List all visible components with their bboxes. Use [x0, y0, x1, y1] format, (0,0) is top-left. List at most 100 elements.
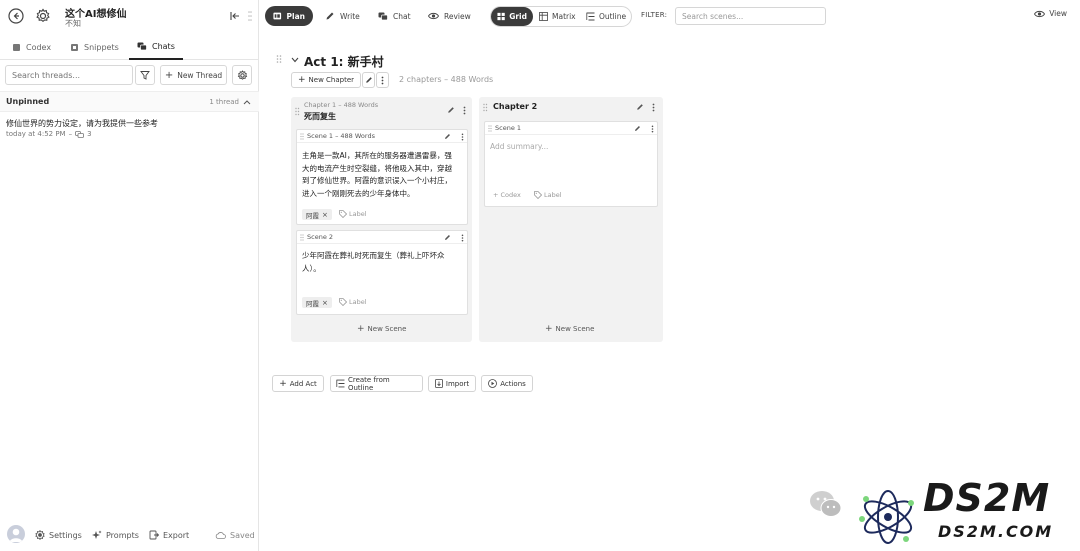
eye-icon — [428, 12, 439, 20]
scene-summary[interactable]: 少年阿霞在葬礼时死而复生（葬礼上吓坏众人）。 — [302, 250, 459, 275]
chapter-number: Chapter 1 – 488 Words — [304, 101, 379, 109]
gear-icon — [36, 8, 50, 23]
plus-icon: + — [493, 191, 499, 199]
import-icon — [434, 379, 443, 388]
add-act-button[interactable]: + Add Act — [272, 375, 324, 392]
filter-threads-button[interactable] — [135, 65, 155, 85]
chapter-title[interactable]: Chapter 2 — [493, 102, 537, 111]
view-outline-label: Outline — [599, 12, 627, 21]
tab-chats-label: Chats — [152, 41, 175, 51]
pencil-icon[interactable] — [444, 234, 451, 241]
new-thread-button[interactable]: + New Thread — [160, 65, 227, 85]
label-text: Label — [349, 210, 367, 218]
pencil-icon[interactable] — [634, 125, 641, 132]
mode-write-button[interactable]: Write — [317, 6, 368, 26]
pencil-icon[interactable] — [636, 103, 644, 111]
messages-icon — [75, 130, 84, 138]
new-scene-button[interactable]: + New Scene — [545, 324, 594, 334]
drag-handle-icon[interactable] — [488, 125, 492, 132]
new-chapter-label: New Chapter — [308, 76, 355, 84]
view-grid-label: Grid — [509, 12, 527, 21]
sidebar-footer: Settings Prompts Export Saved — [0, 523, 259, 547]
pencil-icon — [326, 12, 334, 20]
drag-handle-icon[interactable] — [483, 103, 488, 112]
back-button[interactable] — [7, 7, 25, 25]
thread-message-count: 3 — [87, 130, 92, 138]
scene-search-placeholder: Search scenes... — [682, 11, 744, 21]
scene-card[interactable]: Scene 1 – 488 Words 主角是一款AI，其所在的服务器遭遇雷暴，… — [296, 129, 468, 225]
mode-chat-button[interactable]: Chat — [370, 6, 419, 26]
view-options-label: View — [1049, 9, 1067, 18]
new-chapter-button[interactable]: + New Chapter — [291, 72, 361, 88]
view-matrix-button[interactable]: Matrix — [533, 7, 582, 26]
more-vertical-icon[interactable] — [461, 234, 464, 242]
scene-search-input[interactable]: Search scenes... — [675, 7, 826, 25]
sidebar-tabs: Codex Snippets Chats — [0, 34, 259, 60]
pencil-icon[interactable] — [447, 106, 455, 114]
prompts-button[interactable]: Prompts — [92, 527, 139, 543]
more-vertical-icon[interactable] — [652, 103, 655, 112]
more-vertical-icon[interactable] — [461, 133, 464, 141]
thread-settings-button[interactable] — [232, 65, 252, 85]
tab-codex[interactable]: Codex — [12, 34, 51, 60]
view-grid-button[interactable]: Grid — [491, 7, 533, 26]
drag-handle-icon[interactable] — [300, 133, 304, 140]
new-scene-button[interactable]: + New Scene — [357, 324, 406, 334]
sparkle-icon — [92, 530, 102, 539]
mode-review-button[interactable]: Review — [420, 6, 479, 26]
user-icon — [9, 528, 23, 542]
add-label-button[interactable]: Label — [339, 210, 367, 218]
chapter-title[interactable]: 死而复生 — [304, 111, 336, 122]
pencil-icon[interactable] — [444, 133, 451, 140]
edit-act-button[interactable] — [362, 72, 375, 88]
mode-plan-button[interactable]: Plan — [265, 6, 313, 26]
act-title[interactable]: Act 1: 新手村 — [304, 53, 384, 70]
avatar[interactable] — [7, 525, 25, 543]
more-vertical-icon[interactable] — [651, 125, 654, 133]
scene-summary[interactable]: 主角是一款AI，其所在的服务器遭遇雷暴，强大的电流产生时空裂缝，将他吸入其中，穿… — [302, 150, 459, 200]
character-tag[interactable]: 阿霞 × — [302, 297, 332, 308]
search-threads-input[interactable] — [5, 65, 133, 85]
tag-label: 阿霞 — [306, 211, 319, 220]
drag-handle[interactable] — [248, 9, 252, 23]
add-label-button[interactable]: Label — [534, 191, 562, 199]
separator: – — [68, 130, 73, 138]
tab-snippets[interactable]: Snippets — [70, 34, 119, 60]
unpinned-label: Unpinned — [6, 97, 50, 106]
unpinned-section-header[interactable]: Unpinned 1 thread — [0, 91, 259, 112]
drag-handle-icon[interactable] — [295, 107, 300, 116]
tag-label: 阿霞 — [306, 299, 319, 308]
settings-button[interactable]: Settings — [35, 527, 82, 543]
scene-card[interactable]: Scene 1 Add summary... + Codex Label — [484, 121, 658, 207]
book-icon — [13, 43, 20, 51]
drag-handle-icon[interactable] — [300, 234, 304, 241]
scene-card[interactable]: Scene 2 少年阿霞在葬礼时死而复生（葬礼上吓坏众人）。 阿霞 × Labe… — [296, 230, 468, 315]
export-label: Export — [163, 530, 190, 540]
plus-icon: + — [164, 69, 174, 81]
scene-summary-placeholder[interactable]: Add summary... — [490, 141, 649, 154]
label-text: Label — [349, 298, 367, 306]
more-vertical-icon[interactable] — [463, 106, 466, 115]
add-codex-button[interactable]: + Codex — [493, 191, 521, 199]
outline-icon — [336, 379, 345, 388]
cloud-check-icon — [215, 532, 226, 539]
tab-codex-label: Codex — [26, 42, 52, 52]
create-from-outline-button[interactable]: Create from Outline — [330, 375, 423, 392]
project-settings-button[interactable] — [34, 7, 52, 25]
close-icon[interactable]: × — [322, 211, 328, 219]
character-tag[interactable]: 阿霞 × — [302, 209, 332, 220]
actions-button[interactable]: Actions — [481, 375, 533, 392]
scene-header: Scene 2 — [307, 233, 334, 241]
view-options-button[interactable]: View — [1034, 9, 1067, 18]
thread-item[interactable]: 修仙世界的势力设定，请为我提供一些参考 today at 4:52 PM – 3 — [0, 116, 259, 144]
collapse-sidebar-button[interactable] — [229, 10, 241, 22]
act-more-button[interactable] — [376, 72, 389, 88]
export-button[interactable]: Export — [149, 527, 189, 543]
import-button[interactable]: Import — [428, 375, 476, 392]
view-outline-button[interactable]: Outline — [580, 7, 632, 26]
close-icon[interactable]: × — [322, 299, 328, 307]
chevron-down-icon[interactable] — [291, 57, 299, 63]
add-label-button[interactable]: Label — [339, 298, 367, 306]
tab-chats[interactable]: Chats — [129, 34, 183, 60]
drag-handle-icon[interactable] — [276, 54, 282, 64]
